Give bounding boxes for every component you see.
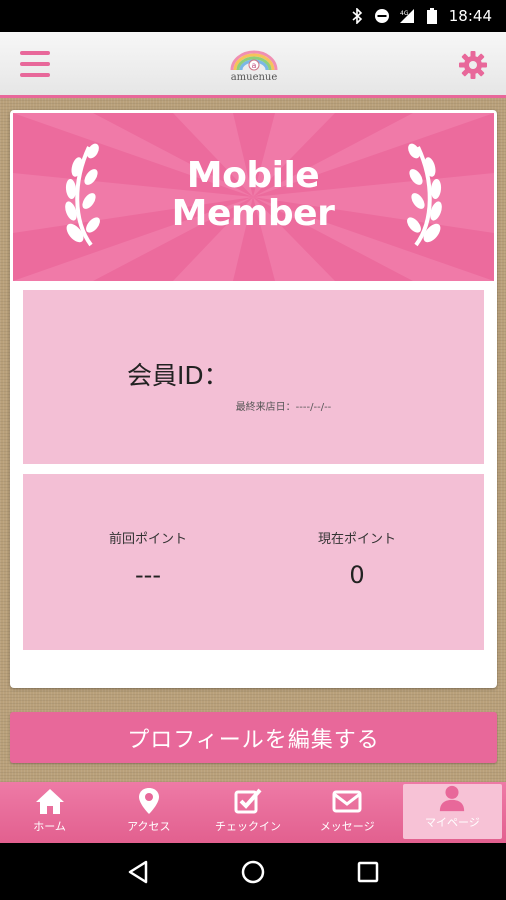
tab-message[interactable]: メッセージ <box>298 782 397 843</box>
tab-mypage[interactable]: マイページ <box>402 784 503 839</box>
settings-button[interactable] <box>458 50 488 80</box>
member-banner: Mobile Member <box>13 113 494 281</box>
tab-message-label: メッセージ <box>319 820 375 833</box>
last-visit-date: 最終来店日：----/--/-- <box>235 402 332 413</box>
system-nav-bar <box>0 843 506 900</box>
svg-text:a: a <box>252 61 257 70</box>
tab-home-label: ホーム <box>33 820 66 833</box>
home-circle-icon <box>241 860 265 883</box>
map-pin-icon <box>138 788 159 814</box>
current-points-label: 現在ポイント <box>317 532 396 547</box>
banner-title: Mobile Member <box>171 155 335 234</box>
do-not-disturb-icon <box>374 8 390 24</box>
svg-text:4G: 4G <box>400 10 409 17</box>
logo-text: amuenue <box>230 72 278 83</box>
recents-icon <box>358 861 379 882</box>
current-points: 現在ポイント 0 <box>257 528 457 589</box>
envelope-icon <box>332 790 362 813</box>
back-icon <box>128 860 147 883</box>
laurel-right-icon <box>407 143 442 247</box>
app-logo: a amuenue <box>226 48 282 84</box>
member-id-label: 会員ID： <box>127 361 229 390</box>
status-time: 18:44 <box>448 7 492 25</box>
points-panel: 前回ポイント --- 現在ポイント 0 <box>23 474 484 650</box>
home-nav-button[interactable] <box>240 859 266 885</box>
status-bar: 4G 18:44 <box>0 0 506 32</box>
recents-button[interactable] <box>355 859 381 885</box>
edit-profile-button[interactable]: プロフィールを編集する <box>10 712 497 763</box>
previous-points-label: 前回ポイント <box>108 532 187 547</box>
rainbow-logo-icon: a <box>230 50 278 71</box>
tab-checkin[interactable]: チェックイン <box>198 782 297 843</box>
content-area: Mobile Member 会員ID： 最終来店日：----/--/-- 前回ポ… <box>0 98 506 782</box>
signal-4g-icon: 4G <box>399 8 415 24</box>
menu-button[interactable] <box>20 51 50 77</box>
previous-points: 前回ポイント --- <box>48 528 248 589</box>
tab-home[interactable]: ホーム <box>0 782 99 843</box>
laurel-left-icon <box>65 143 100 247</box>
member-card: Mobile Member 会員ID： 最終来店日：----/--/-- 前回ポ… <box>10 110 497 688</box>
app-bar: a amuenue <box>0 32 506 98</box>
tab-mypage-label: マイページ <box>425 816 480 829</box>
tab-checkin-label: チェックイン <box>215 820 281 833</box>
tab-access[interactable]: アクセス <box>99 782 198 843</box>
person-icon <box>440 785 465 812</box>
home-icon <box>35 789 64 814</box>
back-button[interactable] <box>125 859 151 885</box>
gear-icon <box>459 51 487 79</box>
tab-access-label: アクセス <box>127 820 171 833</box>
battery-icon <box>424 8 440 24</box>
previous-points-value: --- <box>135 561 161 589</box>
hamburger-icon <box>20 51 50 55</box>
bluetooth-icon <box>349 8 365 24</box>
checkbox-icon <box>234 788 262 814</box>
member-id-panel: 会員ID： 最終来店日：----/--/-- <box>23 290 484 464</box>
bottom-tab-bar: ホーム アクセス チェックイン メッセージ マイページ <box>0 782 506 843</box>
current-points-value: 0 <box>349 561 365 589</box>
